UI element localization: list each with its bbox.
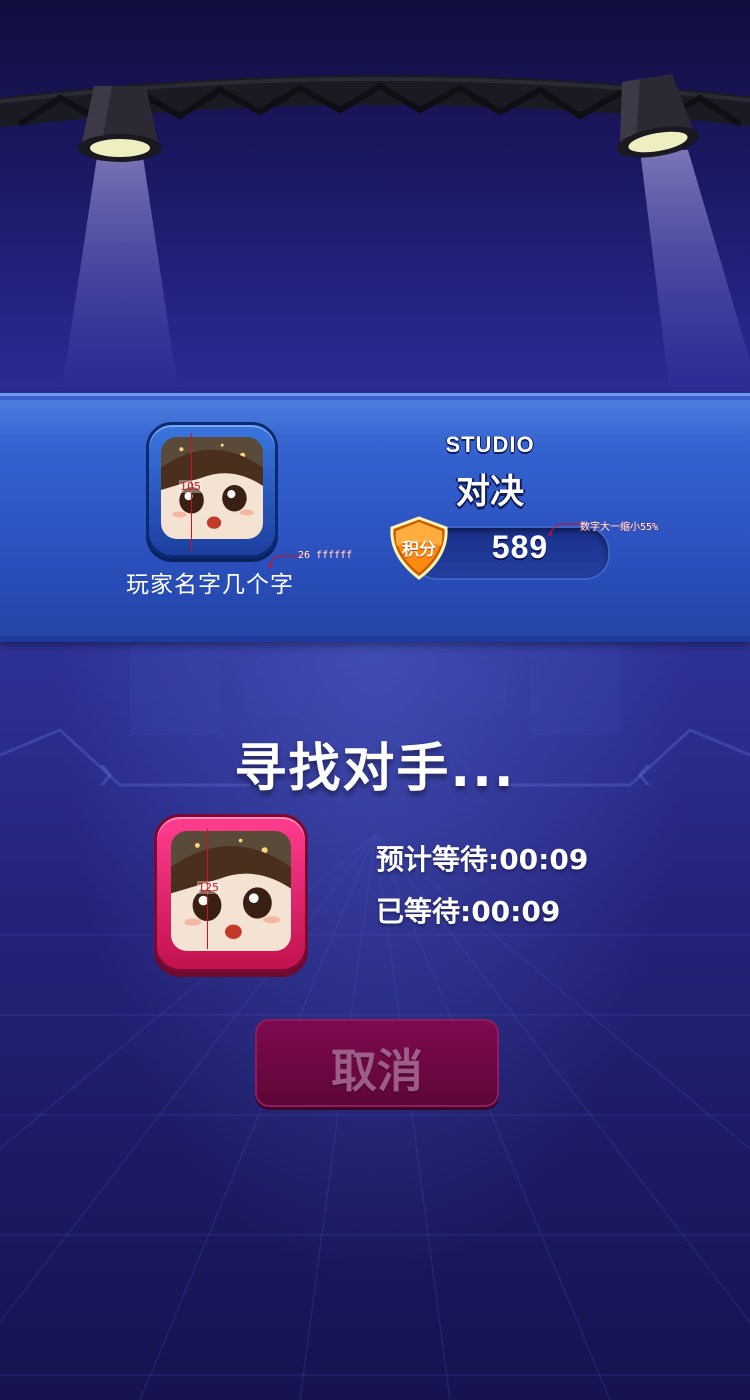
avatar-size-note: 105 [179,480,202,493]
points-badge-label: 积分 [402,540,436,560]
opponent-avatar-icon [171,831,291,951]
spotlight-icon [78,86,162,162]
searching-status: 寻找对手... [234,739,516,799]
annotation-arrow [548,523,582,536]
spotlight-beam-left [62,150,178,390]
score-note: 数字大一缩小55% [580,522,659,533]
elapsed-wait: 已等待:00:09 [376,895,561,928]
player-name: 玩家名字几个字 [126,572,294,598]
name-style-note: 26 ffffff [298,550,353,561]
player-avatar-icon [161,437,263,539]
player-avatar-frame[interactable]: 105 [146,422,278,558]
spotlight-beam-right [640,150,750,395]
stage-background [0,0,750,395]
opponent-avatar-size-note: 125 [197,881,220,894]
mode-title: 对决 [456,472,524,512]
spotlight-icon [616,74,700,158]
opponent-avatar-frame: 125 [154,814,308,972]
mode-subtitle: STUDIO [445,432,535,457]
cancel-button[interactable]: 取消 [255,1019,499,1107]
cancel-button-label: 取消 [331,1044,423,1098]
estimated-wait: 预计等待:00:09 [376,843,589,876]
